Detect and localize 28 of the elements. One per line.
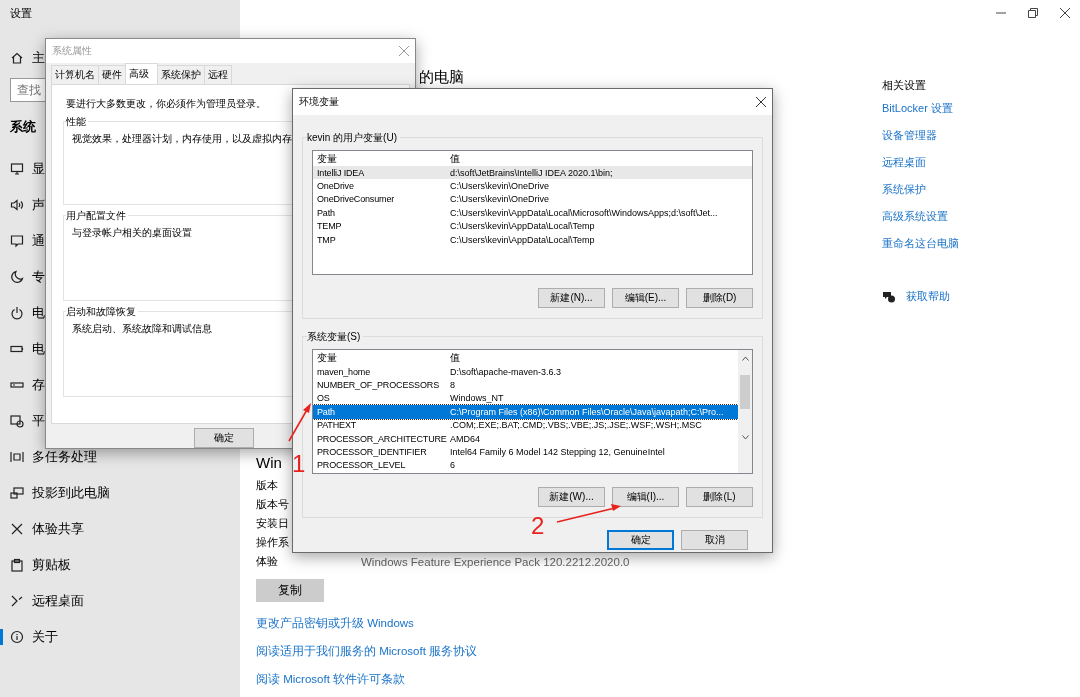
spec-value: Windows Feature Experience Pack 120.2212.2020.0 xyxy=(361,555,630,568)
column-header: 变量 xyxy=(317,152,338,166)
spec-label: 操作系 xyxy=(256,535,290,550)
spec-label: 版本 xyxy=(256,478,279,493)
group-text: 视觉效果，处理器计划，内存使用，以及虚拟内存 xyxy=(72,131,292,146)
group-title: 系统变量(S) xyxy=(307,330,364,344)
group-text: 与登录帐户相关的桌面设置 xyxy=(72,225,192,240)
spec-label: 安装日 xyxy=(256,516,290,531)
spec-label: 版本号 xyxy=(256,497,290,512)
notice-text: 要进行大多数更改，你必须作为管理员登录。 xyxy=(66,96,266,111)
dialog-title: 环境变量 xyxy=(299,95,339,109)
section-heading: 相关设置 xyxy=(882,78,926,93)
column-header: 值 xyxy=(450,351,460,365)
annotation-number: 1 xyxy=(292,452,306,476)
section-heading: Win xyxy=(256,454,282,471)
page-heading: 的电脑 xyxy=(419,68,464,87)
group-title: 用户配置文件 xyxy=(66,208,128,223)
app-title: 设置 xyxy=(10,6,33,21)
group-title: kevin 的用户变量(U) xyxy=(307,131,400,145)
group-title: 启动和故障恢复 xyxy=(66,304,138,319)
column-header: 变量 xyxy=(317,351,338,365)
spec-label: 体验 xyxy=(256,554,279,569)
section-heading: 系统 xyxy=(10,118,36,136)
group-text: 系统启动、系统故障和调试信息 xyxy=(72,321,212,336)
annotation-number: 2 xyxy=(531,514,545,538)
dialog-title: 系统属性 xyxy=(52,43,92,58)
group-title: 性能 xyxy=(66,114,88,129)
column-header: 值 xyxy=(450,152,460,166)
